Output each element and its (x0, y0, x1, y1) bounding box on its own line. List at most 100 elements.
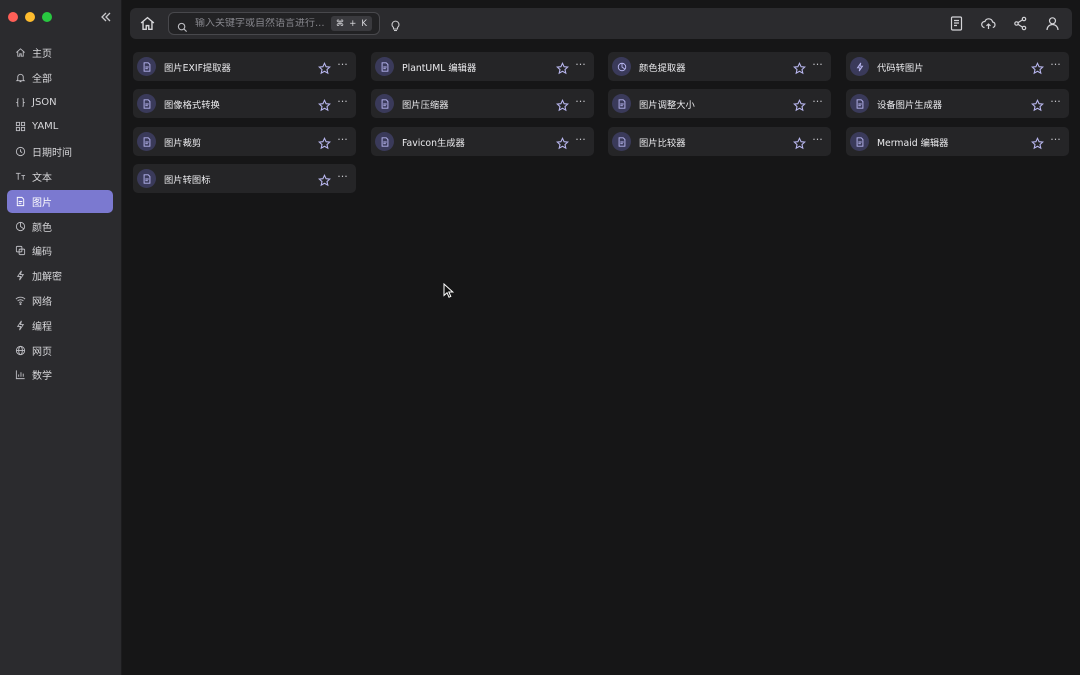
tool-title: 颜色提取器 (639, 62, 686, 74)
more-options-icon[interactable]: ··· (811, 133, 824, 147)
star-icon[interactable] (318, 135, 331, 150)
tool-card[interactable]: 颜色提取器 ··· (608, 52, 831, 81)
star-icon[interactable] (793, 60, 806, 75)
grid-icon (15, 121, 26, 132)
star-icon[interactable] (1031, 135, 1044, 150)
sidebar-item-web[interactable]: 网页 (7, 339, 113, 362)
shortcut-hint: ⌘ + K (330, 16, 372, 31)
collapse-sidebar-icon[interactable] (98, 9, 114, 25)
sidebar-item-color[interactable]: 颜色 (7, 215, 113, 238)
sidebar-item-json[interactable]: JSON (7, 91, 113, 114)
sidebar-item-datetime[interactable]: 日期时间 (7, 140, 113, 163)
tool-title: 设备图片生成器 (877, 99, 943, 111)
tool-title: 图片调整大小 (639, 99, 695, 111)
tool-card[interactable]: 设备图片生成器 ··· (846, 89, 1069, 118)
cloud-upload-icon[interactable] (980, 15, 997, 32)
sidebar-item-label: 全部 (32, 73, 52, 85)
sidebar-item-all[interactable]: 全部 (7, 66, 113, 89)
sidebar-item-label: 加解密 (32, 272, 62, 284)
sidebar-item-label: YAML (32, 121, 59, 133)
sidebar-item-label: 网页 (32, 346, 52, 358)
json-icon (15, 97, 26, 108)
maximize-window-button[interactable] (42, 12, 52, 22)
more-options-icon[interactable]: ··· (336, 133, 349, 147)
more-options-icon[interactable]: ··· (1049, 95, 1062, 109)
sidebar-item-encoding[interactable]: 编码 (7, 239, 113, 262)
more-options-icon[interactable]: ··· (574, 58, 587, 72)
sidebar-item-network[interactable]: 网络 (7, 289, 113, 312)
document-icon (375, 57, 394, 76)
bell-icon (15, 72, 26, 83)
more-options-icon[interactable]: ··· (811, 58, 824, 72)
bar-chart-icon (15, 369, 26, 380)
shortcut-mod: ⌘ (335, 18, 345, 29)
more-options-icon[interactable]: ··· (336, 58, 349, 72)
more-options-icon[interactable]: ··· (336, 95, 349, 109)
close-window-button[interactable] (8, 12, 18, 22)
minimize-window-button[interactable] (25, 12, 35, 22)
sidebar-item-text[interactable]: 文本 (7, 165, 113, 188)
tool-title: Favicon生成器 (402, 137, 465, 149)
sidebar-item-label: 文本 (32, 172, 52, 184)
tool-card[interactable]: 图片压缩器 ··· (371, 89, 594, 118)
star-icon[interactable] (1031, 60, 1044, 75)
top-actions (948, 15, 1061, 32)
tool-card[interactable]: 图片比较器 ··· (608, 127, 831, 156)
sidebar-item-home[interactable]: 主页 (7, 41, 113, 64)
sidebar-item-label: 数学 (32, 371, 52, 383)
clock-icon (15, 146, 26, 157)
sidebar-item-yaml[interactable]: YAML (7, 115, 113, 138)
star-icon[interactable] (1031, 97, 1044, 112)
tool-card[interactable]: 图片转图标 ··· (133, 164, 356, 193)
home-icon[interactable] (139, 15, 156, 32)
star-icon[interactable] (318, 97, 331, 112)
tool-card[interactable]: Favicon生成器 ··· (371, 127, 594, 156)
tool-card[interactable]: 图像格式转换 ··· (133, 89, 356, 118)
star-icon[interactable] (318, 172, 331, 187)
document-icon (850, 94, 869, 113)
star-icon[interactable] (793, 135, 806, 150)
palette-icon (612, 57, 631, 76)
user-icon[interactable] (1044, 15, 1061, 32)
document-icon (137, 94, 156, 113)
star-icon[interactable] (793, 97, 806, 112)
more-options-icon[interactable]: ··· (336, 170, 349, 184)
more-options-icon[interactable]: ··· (1049, 58, 1062, 72)
tool-title: Mermaid 编辑器 (877, 137, 949, 149)
lightning-icon (850, 57, 869, 76)
tool-card[interactable]: PlantUML 编辑器 ··· (371, 52, 594, 81)
more-options-icon[interactable]: ··· (1049, 133, 1062, 147)
search-input[interactable] (195, 18, 325, 29)
tool-card[interactable]: Mermaid 编辑器 ··· (846, 127, 1069, 156)
sidebar-item-label: 网络 (32, 296, 52, 308)
tool-title: 图像格式转换 (164, 99, 220, 111)
star-icon[interactable] (556, 60, 569, 75)
more-options-icon[interactable]: ··· (574, 95, 587, 109)
bookmark-list-icon[interactable] (948, 15, 965, 32)
home-icon (15, 47, 26, 58)
search-box[interactable]: ⌘ + K (168, 12, 380, 35)
app-window: 主页 全部 JSON YAML 日期时间 文本 图片 颜色 编码 加解密 网络 … (0, 0, 1080, 675)
more-options-icon[interactable]: ··· (811, 95, 824, 109)
star-icon[interactable] (318, 60, 331, 75)
tool-card[interactable]: 图片EXIF提取器 ··· (133, 52, 356, 81)
sidebar-item-label: 日期时间 (32, 148, 72, 160)
share-icon[interactable] (1012, 15, 1029, 32)
star-icon[interactable] (556, 97, 569, 112)
tool-card[interactable]: 代码转图片 ··· (846, 52, 1069, 81)
sidebar-item-programming[interactable]: 编程 (7, 314, 113, 337)
tool-card[interactable]: 图片调整大小 ··· (608, 89, 831, 118)
document-icon (137, 169, 156, 188)
sidebar-item-crypto[interactable]: 加解密 (7, 264, 113, 287)
sidebar-item-image[interactable]: 图片 (7, 189, 113, 213)
star-icon[interactable] (556, 135, 569, 150)
globe-icon (15, 345, 26, 356)
top-bar: ⌘ + K (130, 8, 1072, 39)
more-options-icon[interactable]: ··· (574, 133, 587, 147)
document-icon (375, 94, 394, 113)
tool-card[interactable]: 图片裁剪 ··· (133, 127, 356, 156)
lightbulb-icon[interactable] (389, 17, 402, 32)
tool-title: 图片比较器 (639, 137, 686, 149)
sidebar-item-math[interactable]: 数学 (7, 363, 113, 386)
sidebar-nav: 主页 全部 JSON YAML 日期时间 文本 图片 颜色 编码 加解密 网络 … (7, 41, 113, 388)
